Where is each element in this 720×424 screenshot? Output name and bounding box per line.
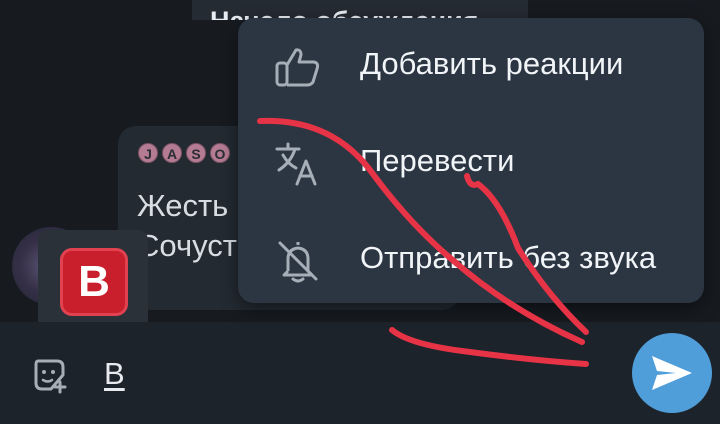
menu-label-translate: Перевести <box>360 143 515 178</box>
message-context-menu: Добавить реакции Перевести Отправить без… <box>238 18 704 303</box>
menu-item-send-silent[interactable]: Отправить без звука <box>238 212 704 306</box>
menu-item-translate[interactable]: Перевести <box>238 115 704 209</box>
sticker-icon[interactable] <box>30 355 70 395</box>
translate-icon <box>274 140 322 188</box>
paper-plane-icon <box>652 356 692 390</box>
send-button[interactable] <box>632 333 712 413</box>
message-input[interactable]: B <box>104 356 125 392</box>
menu-label-add-reactions: Добавить реакции <box>360 46 624 81</box>
sender-letter-s: S <box>186 143 206 163</box>
menu-item-add-reactions[interactable]: Добавить реакции <box>238 18 704 112</box>
message-text-line-2: Сочуст <box>137 228 237 263</box>
sender-letter-j: J <box>138 143 158 163</box>
menu-label-send-silent: Отправить без звука <box>360 240 657 275</box>
thumbs-up-icon <box>274 43 322 91</box>
message-text-line-1: Жесть <box>137 188 229 223</box>
chat-screen: Начало обсуждения J A S O Жесть Сочуст B… <box>0 0 720 424</box>
bell-off-icon <box>274 237 322 285</box>
b-emoji-letter: B <box>78 257 110 306</box>
sender-letter-o: O <box>210 143 230 163</box>
sender-letter-a: A <box>162 143 182 163</box>
sender-name[interactable]: J A S O <box>138 143 230 163</box>
b-button-emoji[interactable]: B <box>60 248 128 316</box>
